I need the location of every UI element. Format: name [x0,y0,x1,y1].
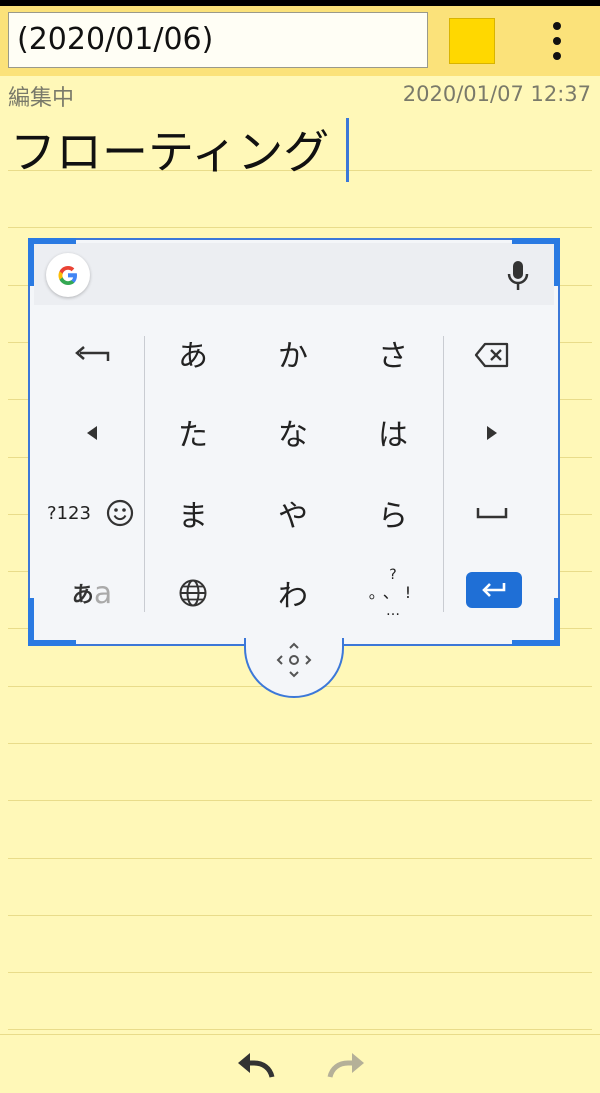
resize-handle-top-right-v[interactable] [554,238,560,286]
left-arrow-key[interactable] [44,398,140,468]
resize-handle-bottom-left-v[interactable] [28,598,34,646]
left-arrow-icon [87,426,97,440]
ruled-line [8,800,592,801]
key-ha[interactable]: は [345,397,441,467]
globe-icon [179,579,207,607]
google-logo-icon[interactable] [46,253,90,297]
key-label: ま [178,499,208,534]
enter-icon [482,583,506,597]
resize-handle-bottom-right[interactable] [512,640,560,646]
right-arrow-key[interactable] [444,398,540,468]
ruled-line [8,858,592,859]
floating-keyboard: ?123 あa あ か さ た な は ま や ら わ ? 。、! … [28,238,560,646]
punctuation-key[interactable]: ? 。、! … [345,558,441,628]
mic-icon[interactable] [504,259,532,293]
undo-icon[interactable] [234,1049,278,1083]
key-ra[interactable]: ら [345,478,441,548]
globe-key[interactable] [145,558,241,628]
key-label: や [278,499,308,534]
ruled-line [8,227,592,228]
key-label: ら [378,499,408,534]
resize-handle-top-right[interactable] [512,238,560,244]
key-ka[interactable]: か [245,318,341,388]
emoji-icon [106,499,134,527]
key-na[interactable]: な [245,397,341,467]
punct-top: ? [389,567,397,583]
key-ta[interactable]: た [145,397,241,467]
redo-icon[interactable] [324,1049,368,1083]
numbers-key-label: ?123 [47,502,91,524]
key-label: さ [378,339,408,374]
right-arrow-icon [487,426,497,440]
bottom-bar [0,1034,600,1093]
key-label: は [378,418,408,453]
key-label: あ [178,339,208,374]
undo-arrow-icon [75,346,110,361]
enter-key[interactable] [466,572,522,608]
punct-middle: 。、! [368,583,418,602]
key-label: た [178,418,208,453]
space-key[interactable] [444,478,540,548]
move-handle-icon [276,642,312,678]
resize-handle-bottom-left[interactable] [28,640,76,646]
kana-toggle-sub: a [93,575,113,611]
text-cursor [346,118,349,182]
ruled-line [8,1029,592,1030]
ruled-line [8,915,592,916]
resize-handle-bottom-right-v[interactable] [554,598,560,646]
key-sa[interactable]: さ [345,318,441,388]
undo-arrow-key[interactable] [44,320,140,390]
ruled-line [8,743,592,744]
resize-handle-top-left-v[interactable] [28,238,34,286]
kana-toggle-main: あ [71,583,94,608]
resize-handle-top-left[interactable] [28,238,76,244]
key-label: わ [278,579,308,614]
space-icon [476,508,508,519]
numbers-key[interactable]: ?123 [34,478,104,548]
kana-toggle-key[interactable]: あa [44,558,140,628]
note-text[interactable]: フローティング [10,122,329,182]
key-a[interactable]: あ [145,318,241,388]
key-ya[interactable]: や [245,478,341,548]
backspace-key[interactable] [444,320,540,390]
keyboard-toolbar [34,243,554,305]
emoji-key[interactable] [100,478,140,548]
backspace-icon [474,342,509,368]
ruled-line [8,972,592,973]
key-ma[interactable]: ま [145,478,241,548]
key-label: か [278,339,308,374]
key-label: な [278,418,308,453]
punct-bottom: … [386,603,400,619]
key-wa[interactable]: わ [245,558,341,628]
